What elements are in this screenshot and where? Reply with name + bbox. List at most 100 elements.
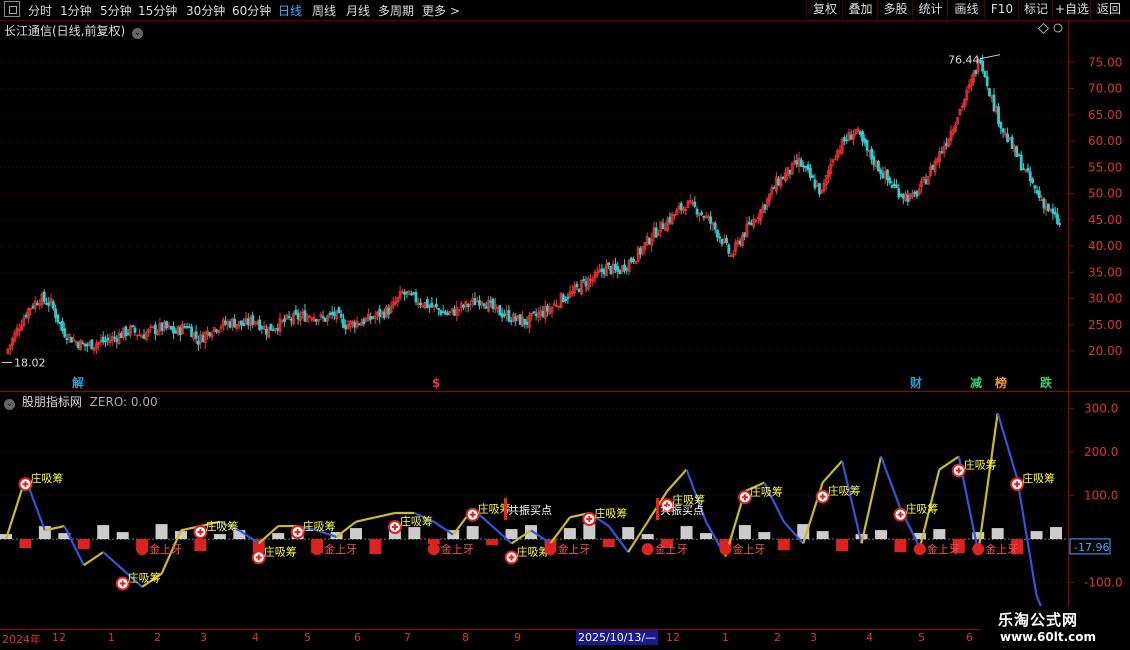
candle-body — [339, 313, 343, 318]
chart-canvas: 75.00 70.00 65.00 60.00 55.00 50.00 45.00 40.00… — [0, 20, 1130, 644]
histogram-red — [777, 539, 790, 551]
candle-body — [31, 305, 35, 309]
gold-bud-icon — [427, 543, 440, 556]
histogram-cloud — [1050, 527, 1062, 540]
candle-body — [412, 292, 416, 294]
candle-body — [251, 315, 255, 325]
histogram-red — [369, 539, 382, 555]
candle-body — [743, 232, 747, 237]
gold-bud-icon — [311, 543, 324, 556]
gold-bud-icon — [544, 543, 557, 556]
gold-bud-label: 金上牙 — [324, 542, 357, 556]
candle-body — [269, 323, 273, 331]
candle-body — [332, 311, 336, 316]
indicator-tick-label: 300.0 — [1084, 402, 1118, 416]
candle-body — [750, 223, 753, 225]
candle-body — [160, 322, 164, 331]
buy-point-label: 共振买点 — [508, 503, 552, 517]
candle-body — [577, 288, 581, 293]
candle-body — [90, 339, 94, 350]
candle-body — [462, 304, 466, 308]
candle-body — [1017, 154, 1021, 157]
candle-body — [1058, 223, 1062, 225]
candle-body — [126, 332, 130, 335]
candle-body — [382, 311, 386, 319]
candle-body — [1051, 208, 1055, 214]
watermark-title: 乐淘公式网 — [998, 611, 1079, 629]
candle-body — [584, 281, 588, 287]
candle-body — [142, 334, 146, 339]
indicator-line-segment — [821, 460, 843, 484]
candle-body — [294, 309, 298, 315]
accumulate-label: 庄吸筹 — [30, 471, 63, 485]
candle-body — [997, 106, 1000, 125]
candle-body — [63, 328, 67, 337]
candle-body — [276, 327, 280, 331]
candle-body — [546, 305, 549, 312]
indicator-line-segment — [83, 551, 104, 567]
candle-body — [845, 139, 849, 141]
candle-body — [1022, 168, 1025, 171]
accumulate-label: 庄吸筹 — [964, 458, 997, 472]
event-marker: 榜 — [995, 375, 1007, 390]
candle-body — [287, 316, 291, 318]
candle-body — [1035, 190, 1039, 194]
histogram-cloud — [933, 529, 946, 540]
candle-body — [124, 326, 128, 337]
buy-point-bar — [656, 498, 659, 520]
time-axis-label: 6 — [966, 631, 973, 644]
candle-body — [700, 212, 703, 215]
price-tick-label: 70.00 — [1088, 82, 1122, 96]
candle-body — [795, 160, 799, 165]
candle-body — [992, 94, 996, 111]
histogram-cloud — [350, 528, 362, 540]
price-tick-label: 20.00 — [1088, 344, 1122, 358]
event-marker: $ — [432, 376, 440, 390]
histogram-red — [486, 539, 499, 546]
candle-body — [65, 338, 69, 341]
price-low-label: 18.02 — [14, 356, 46, 369]
candle-body — [509, 320, 513, 322]
candle-body — [233, 318, 237, 328]
time-axis-label: 4 — [252, 631, 259, 644]
candle-body — [1006, 133, 1009, 143]
candle-body — [843, 137, 846, 142]
time-axis-label: 5 — [918, 631, 925, 644]
candle-body — [36, 302, 39, 306]
candle-body — [888, 177, 892, 184]
candle-body — [582, 279, 586, 281]
gold-bud-icon — [641, 543, 654, 556]
indicator-name: 股朋指标网 — [21, 395, 82, 409]
candle-body — [858, 131, 862, 135]
candle-body — [83, 343, 87, 347]
time-axis-label: 3 — [200, 631, 207, 644]
candle-body — [1056, 213, 1059, 225]
accumulate-label: 庄吸筹 — [303, 519, 336, 533]
chevron-down-icon[interactable]: ⌄ — [132, 28, 144, 39]
candle-body — [54, 308, 57, 318]
candle-body — [371, 316, 375, 319]
candle-body — [924, 179, 928, 185]
indicator-line-segment — [666, 468, 688, 493]
candle-body — [809, 167, 812, 178]
candle-body — [85, 344, 89, 347]
chevron-down-icon[interactable]: ⌄ — [4, 399, 15, 410]
candle-body — [387, 307, 391, 315]
candle-body — [890, 185, 894, 188]
candle-body — [484, 306, 488, 309]
price-tick-label: 75.00 — [1088, 55, 1122, 69]
time-axis-label: 2 — [154, 631, 161, 644]
candle-body — [788, 169, 792, 174]
candle-body — [439, 310, 443, 315]
candle-body — [378, 308, 382, 318]
accumulate-label: 庄吸筹 — [1022, 471, 1055, 485]
candle-body — [974, 69, 978, 75]
price-tick-label: 55.00 — [1088, 160, 1122, 174]
indicator-line-segment — [841, 460, 863, 544]
gold-bud-label: 金上牙 — [557, 542, 590, 556]
event-marker: 减 — [970, 375, 982, 390]
candle-body — [727, 244, 731, 254]
buy-point-bar — [504, 498, 507, 520]
candle-body — [1037, 190, 1041, 199]
candle-body — [1047, 203, 1050, 212]
